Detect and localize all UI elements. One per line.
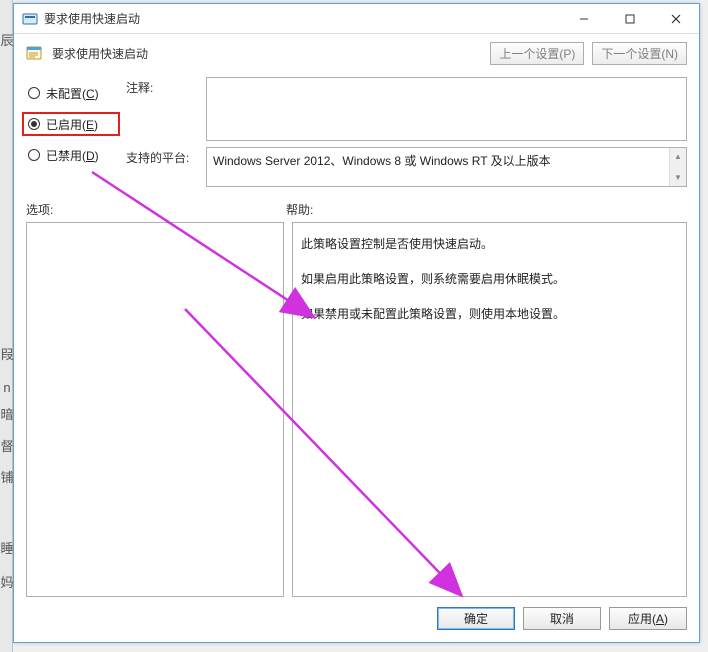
panels-row: 此策略设置控制是否使用快速启动。 如果启用此策略设置，则系统需要启用休眠模式。 …: [26, 222, 687, 597]
policy-title: 要求使用快速启动: [52, 45, 482, 62]
radio-not-configured[interactable]: 未配置(C): [26, 81, 116, 105]
radio-icon: [28, 87, 40, 99]
help-text-line: 如果启用此策略设置，则系统需要启用休眠模式。: [301, 264, 678, 295]
app-icon: [22, 11, 38, 27]
policy-icon: [26, 45, 44, 63]
fields-column: 注释: 支持的平台: Windows Server 2012、Windows 8…: [126, 77, 687, 187]
comment-input[interactable]: [206, 77, 687, 141]
radio-icon: [28, 118, 40, 130]
minimize-button[interactable]: [561, 4, 607, 33]
config-section: 未配置(C) 已启用(E) 已禁用(D) 注释: 支持的平台:: [26, 77, 687, 187]
cancel-button[interactable]: 取消: [523, 607, 601, 630]
scroll-up-icon[interactable]: ▲: [670, 148, 686, 165]
ok-button[interactable]: 确定: [437, 607, 515, 630]
radio-group: 未配置(C) 已启用(E) 已禁用(D): [26, 77, 116, 187]
policy-dialog-window: 要求使用快速启动 要求使用快速: [13, 3, 700, 643]
apply-button[interactable]: 应用(A): [609, 607, 687, 630]
options-panel: [26, 222, 284, 597]
radio-label: 已启用(E): [46, 116, 98, 133]
scrollbar[interactable]: ▲ ▼: [669, 148, 686, 186]
previous-setting-button[interactable]: 上一个设置(P): [490, 42, 584, 65]
maximize-button[interactable]: [607, 4, 653, 33]
window-title: 要求使用快速启动: [44, 10, 561, 27]
radio-label: 已禁用(D): [46, 147, 99, 164]
dialog-content: 要求使用快速启动 上一个设置(P) 下一个设置(N) 未配置(C) 已启用(E)…: [14, 34, 699, 642]
options-label: 选项:: [26, 201, 286, 218]
section-labels: 选项: 帮助:: [26, 201, 687, 218]
close-button[interactable]: [653, 4, 699, 33]
scroll-down-icon[interactable]: ▼: [670, 169, 686, 186]
titlebar[interactable]: 要求使用快速启动: [14, 4, 699, 34]
platform-label: 支持的平台:: [126, 147, 206, 187]
radio-disabled[interactable]: 已禁用(D): [26, 143, 116, 167]
help-text-line: 如果禁用或未配置此策略设置，则使用本地设置。: [301, 299, 678, 330]
supported-platform-box: Windows Server 2012、Windows 8 或 Windows …: [206, 147, 687, 187]
next-setting-button[interactable]: 下一个设置(N): [592, 42, 687, 65]
help-label: 帮助:: [286, 201, 313, 218]
radio-enabled[interactable]: 已启用(E): [22, 112, 120, 136]
platform-text: Windows Server 2012、Windows 8 或 Windows …: [207, 148, 669, 186]
help-panel: 此策略设置控制是否使用快速启动。 如果启用此策略设置，则系统需要启用休眠模式。 …: [292, 222, 687, 597]
radio-label: 未配置(C): [46, 85, 99, 102]
radio-icon: [28, 149, 40, 161]
comment-label: 注释:: [126, 77, 206, 141]
window-controls: [561, 4, 699, 33]
background-app-strip: 辰 叚 n 暗 督 铺 睡 妈: [0, 0, 13, 652]
help-text-line: 此策略设置控制是否使用快速启动。: [301, 229, 678, 260]
dialog-footer: 确定 取消 应用(A): [26, 597, 687, 632]
policy-header: 要求使用快速启动 上一个设置(P) 下一个设置(N): [26, 42, 687, 65]
